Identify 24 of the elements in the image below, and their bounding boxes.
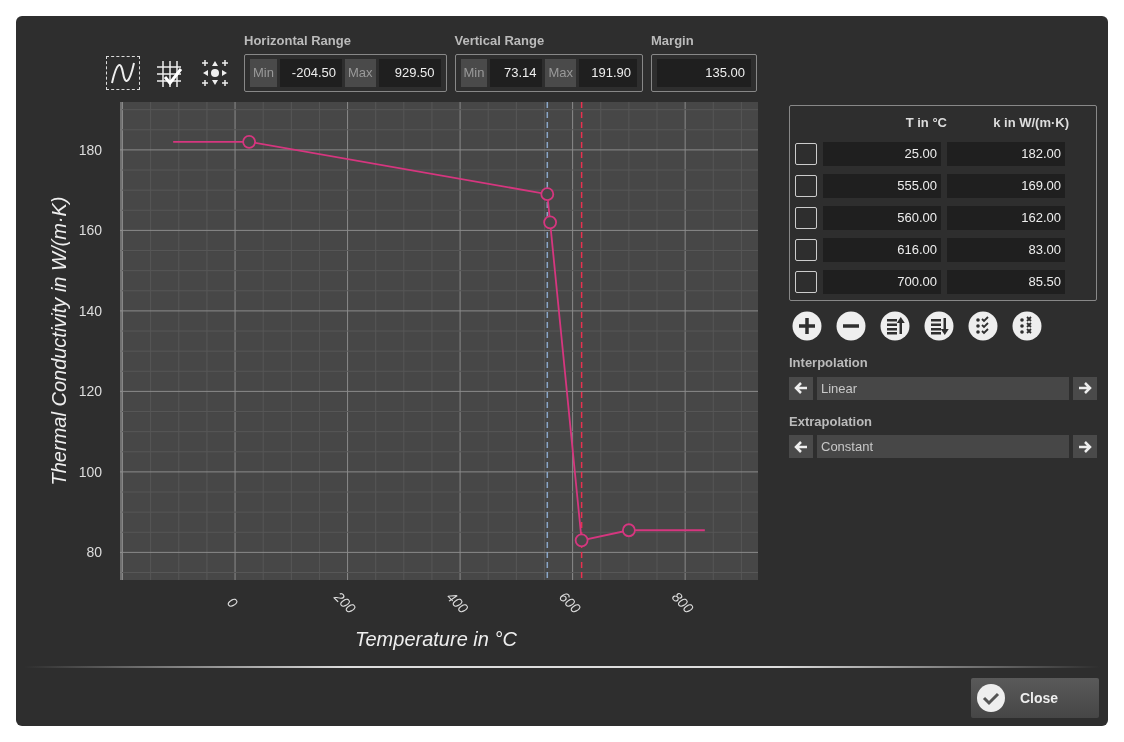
column-header: T in °C xyxy=(904,114,947,133)
axis-tick-label: 80 xyxy=(86,544,102,561)
axis-title: Thermal Conductivity in W/(m·K) xyxy=(48,196,70,486)
axis-tick-label: 140 xyxy=(78,302,102,319)
axis-tick-label: 400 xyxy=(443,588,472,617)
field-label: Interpolation xyxy=(789,354,869,372)
field-label: Max xyxy=(545,59,577,87)
axis-tick-label: 100 xyxy=(78,463,102,480)
axis-tick-label: 200 xyxy=(331,588,360,617)
axis-title: Temperature in °C xyxy=(355,628,517,650)
field-label: Max xyxy=(344,59,376,87)
axis-tick-label: 0 xyxy=(224,594,241,611)
axis-tick-label: 120 xyxy=(78,383,102,400)
group-title: Vertical Range xyxy=(454,31,546,50)
axis-tick-label: 600 xyxy=(556,588,585,617)
axis-tick-label: 800 xyxy=(668,588,697,617)
axis-tick-label: 180 xyxy=(78,141,102,158)
field-label: Extrapolation xyxy=(789,412,874,431)
group-title: Horizontal Range xyxy=(244,31,352,50)
field-label: Min xyxy=(460,59,488,87)
axis-tick-label: 160 xyxy=(78,222,102,239)
group-title: Margin xyxy=(651,31,695,50)
column-header: k in W/(m·K) xyxy=(992,114,1069,133)
field-label: Min xyxy=(250,59,277,87)
